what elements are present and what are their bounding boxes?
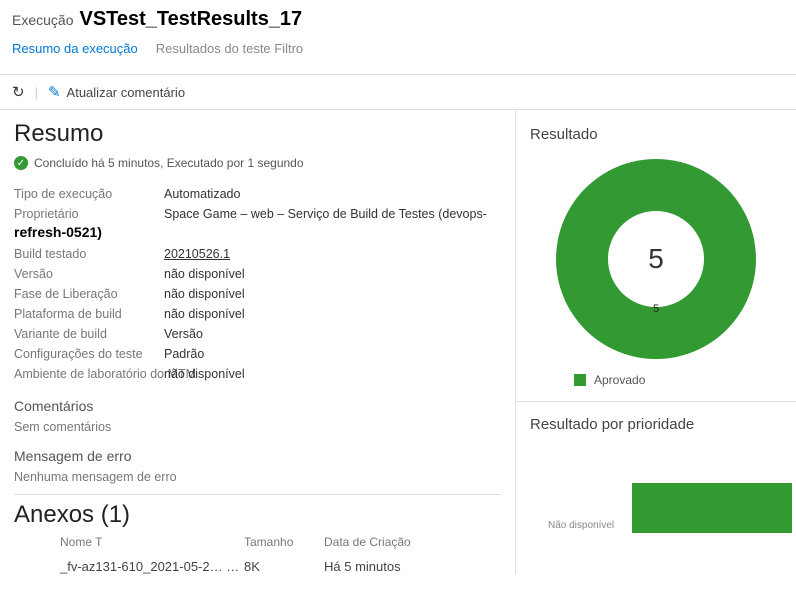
tab-results[interactable]: Resultados do teste Filtro (156, 41, 303, 60)
details-grid-2: Build testado 20210526.1 Versão não disp… (14, 244, 501, 384)
status-text: Concluído há 5 minutos, Executado por 1 … (34, 156, 304, 170)
priority-bar (632, 483, 792, 533)
chart-legend: Aprovado (516, 363, 796, 387)
error-empty: Nenhuma mensagem de erro (14, 470, 501, 484)
donut-slice-label: 5 (653, 303, 659, 315)
attachments-col-name[interactable]: Nome T (14, 535, 244, 549)
divider (14, 494, 501, 495)
legend-swatch-approved (574, 374, 586, 386)
tab-bar: Resumo da execução Resultados do teste F… (12, 41, 784, 60)
comments-empty: Sem comentários (14, 420, 501, 434)
tested-build-label: Build testado (14, 247, 164, 261)
pencil-icon: ✎ (48, 83, 61, 101)
run-type-label: Tipo de execução (14, 187, 164, 201)
test-config-value: Padrão (164, 347, 204, 361)
test-config-label: Configurações do teste (14, 347, 164, 361)
details-grid: Tipo de execução Automatizado Proprietár… (14, 184, 501, 224)
build-platform-value: não disponível (164, 307, 245, 321)
check-circle-icon: ✓ (14, 156, 28, 170)
page-title: Execução VSTest_TestResults_17 (12, 8, 784, 31)
result-panel: Resultado 5 5 Aprovado (516, 120, 796, 402)
run-type-value: Automatizado (164, 187, 240, 201)
summary-heading: Resumo (14, 120, 501, 148)
attachments-col-size[interactable]: Tamanho (244, 535, 324, 549)
run-name: VSTest_TestResults_17 (79, 8, 302, 31)
tested-build-link[interactable]: 20210526.1 (164, 247, 230, 261)
comments-heading: Comentários (14, 398, 501, 414)
priority-title: Resultado por prioridade (516, 410, 796, 443)
legend-label-approved: Aprovado (594, 373, 645, 387)
toolbar: ↻ | ✎ Atualizar comentário (0, 79, 796, 109)
owner-value-line2: refresh-0521) (14, 224, 501, 240)
build-flavor-value: Versão (164, 327, 203, 341)
priority-panel: Resultado por prioridade Não disponível (516, 410, 796, 533)
divider (0, 74, 796, 75)
priority-bar-chart: Não disponível (516, 443, 796, 533)
refresh-icon[interactable]: ↻ (12, 83, 25, 101)
toolbar-separator: | (35, 85, 38, 100)
release-phase-label: Fase de Liberação (14, 287, 164, 301)
update-comment-button[interactable]: ✎ Atualizar comentário (48, 83, 185, 101)
result-donut-chart: 5 5 (556, 159, 756, 359)
priority-y-tick: Não disponível (548, 520, 614, 531)
lab-env-value: não disponível (164, 367, 245, 381)
owner-value: Space Game – web – Serviço de Build de T… (164, 207, 487, 221)
tab-summary[interactable]: Resumo da execução (12, 41, 138, 60)
attachments-row[interactable]: _fv-az131-610_2021-05-2… … 8K Há 5 minut… (14, 549, 501, 574)
attachment-date: Há 5 minutos (324, 559, 401, 574)
release-label: Versão (14, 267, 164, 281)
attachments-heading: Anexos (1) (14, 501, 501, 529)
build-flavor-label: Variante de build (14, 327, 164, 341)
donut-center-value: 5 (608, 211, 704, 307)
run-prefix: Execução (12, 12, 73, 28)
update-comment-label: Atualizar comentário (67, 85, 186, 100)
error-heading: Mensagem de erro (14, 448, 501, 464)
attachment-size: 8K (244, 559, 324, 574)
build-platform-label: Plataforma de build (14, 307, 164, 321)
attachments-col-date[interactable]: Data de Criação (324, 535, 411, 549)
status-line: ✓ Concluído há 5 minutos, Executado por … (14, 156, 501, 170)
release-value: não disponível (164, 267, 245, 281)
attachments-header-row: Nome T Tamanho Data de Criação (14, 535, 501, 549)
owner-label: Proprietário (14, 207, 164, 221)
release-phase-value: não disponível (164, 287, 245, 301)
attachment-name: _fv-az131-610_2021-05-2… … (14, 559, 244, 574)
result-title: Resultado (516, 120, 796, 153)
